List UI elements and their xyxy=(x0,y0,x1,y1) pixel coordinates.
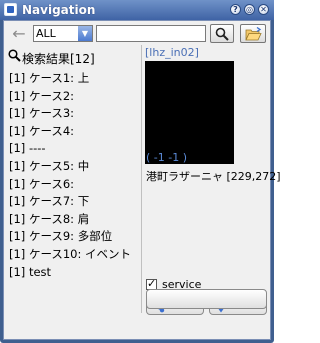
help-icon[interactable]: ? xyxy=(230,4,241,15)
list-item[interactable]: [1] ケース1: 上 xyxy=(9,70,139,88)
list-item[interactable]: [1] ケース8: 肩 xyxy=(9,211,139,229)
results-list: [1] ケース1: 上 [1] ケース2: [1] ケース3: [1] ケース4… xyxy=(9,70,139,281)
list-item[interactable]: [1] ケース6: xyxy=(9,176,139,194)
list-item[interactable]: [1] ケース7: 下 xyxy=(9,193,139,211)
dock-icon[interactable]: ◎ xyxy=(244,4,255,15)
back-arrow-icon[interactable]: ← xyxy=(10,25,28,43)
coordinates-label: ( -1 -1 ) xyxy=(146,151,188,164)
minimap[interactable] xyxy=(145,61,234,164)
scope-value: ALL xyxy=(36,27,56,40)
window-body: ← ALL ▼ 検索結果[12] [1] ケース1: 上 [1] ケース2: [… xyxy=(3,20,281,340)
folder-open-icon xyxy=(245,27,262,41)
move-button-spacer xyxy=(146,289,267,309)
search-results-icon xyxy=(8,49,21,62)
list-item[interactable]: [1] test xyxy=(9,264,139,282)
window-title: Navigation xyxy=(22,3,96,17)
list-item[interactable]: [1] ケース9: 多部位 xyxy=(9,228,139,246)
search-button[interactable] xyxy=(210,24,234,43)
search-input[interactable] xyxy=(96,25,206,42)
pane-divider[interactable] xyxy=(141,45,142,313)
search-icon xyxy=(215,27,229,41)
map-name: [lhz_in02] xyxy=(145,46,199,59)
list-item[interactable]: [1] ケース10: イベント xyxy=(9,246,139,264)
open-button[interactable] xyxy=(240,24,266,43)
title-bar[interactable]: Navigation ? ◎ ✕ xyxy=(0,0,274,20)
close-icon[interactable]: ✕ xyxy=(258,4,269,15)
list-item[interactable]: [1] ---- xyxy=(9,140,139,158)
list-item[interactable]: [1] ケース2: xyxy=(9,88,139,106)
chevron-down-icon[interactable]: ▼ xyxy=(78,26,92,41)
location-label: 港町ラザーニャ [229,272] xyxy=(146,170,281,183)
navigation-window: Navigation ? ◎ ✕ ← ALL ▼ 検索結果[12] [1] ケー… xyxy=(0,0,281,343)
list-item[interactable]: [1] ケース3: xyxy=(9,105,139,123)
list-item[interactable]: [1] ケース4: xyxy=(9,123,139,141)
app-icon xyxy=(4,3,17,16)
list-item[interactable]: [1] ケース5: 中 xyxy=(9,158,139,176)
results-count-label: 検索結果[12] xyxy=(22,52,95,66)
scope-dropdown[interactable]: ALL ▼ xyxy=(33,25,93,42)
